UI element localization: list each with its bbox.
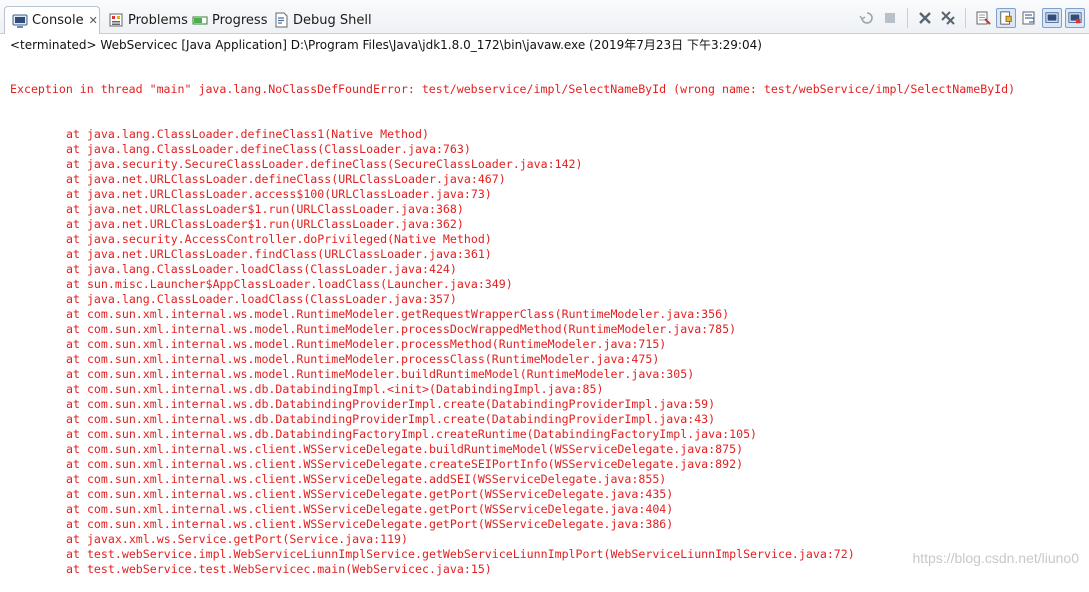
- remove-launch-button[interactable]: [915, 8, 935, 28]
- stack-frame-line[interactable]: at java.security.SecureClassLoader.defin…: [10, 157, 1089, 172]
- stack-frame-line[interactable]: at java.lang.ClassLoader.loadClass(Class…: [10, 292, 1089, 307]
- debug-shell-icon: [275, 12, 288, 28]
- stack-frame-line[interactable]: at com.sun.xml.internal.ws.model.Runtime…: [10, 322, 1089, 337]
- stack-frame-line[interactable]: at com.sun.xml.internal.ws.client.WSServ…: [10, 487, 1089, 502]
- stack-frame-line[interactable]: at com.sun.xml.internal.ws.client.WSServ…: [10, 502, 1089, 517]
- stack-frame-line[interactable]: at java.net.URLClassLoader.access$100(UR…: [10, 187, 1089, 202]
- console-output[interactable]: Exception in thread "main" java.lang.NoC…: [10, 52, 1089, 576]
- stack-frame-line[interactable]: at com.sun.xml.internal.ws.client.WSServ…: [10, 472, 1089, 487]
- tab-debug-shell-label: Debug Shell: [293, 12, 372, 28]
- watermark: https://blog.csdn.net/liuno0: [912, 550, 1079, 566]
- stack-frame-line[interactable]: at com.sun.xml.internal.ws.db.Databindin…: [10, 397, 1089, 412]
- stack-frame-line[interactable]: at java.net.URLClassLoader$1.run(URLClas…: [10, 217, 1089, 232]
- stack-trace: at java.lang.ClassLoader.defineClass1(Na…: [10, 127, 1089, 577]
- terminate-relaunch-button[interactable]: [857, 8, 877, 28]
- show-console-on-stderr-icon: [1068, 12, 1082, 24]
- show-console-on-stdout-button[interactable]: [1042, 8, 1062, 28]
- close-icon[interactable]: ✕: [89, 14, 98, 27]
- progress-icon: [192, 16, 208, 25]
- tab-console-label: Console: [32, 13, 84, 28]
- stack-frame-line[interactable]: at java.net.URLClassLoader$1.run(URLClas…: [10, 202, 1089, 217]
- toolbar-separator: [965, 8, 966, 28]
- stack-frame-line[interactable]: at com.sun.xml.internal.ws.db.Databindin…: [10, 427, 1089, 442]
- stack-frame-line[interactable]: at com.sun.xml.internal.ws.client.WSServ…: [10, 457, 1089, 472]
- stack-frame-line[interactable]: at java.lang.ClassLoader.loadClass(Class…: [10, 262, 1089, 277]
- stack-frame-line[interactable]: at com.sun.xml.internal.ws.client.WSServ…: [10, 442, 1089, 457]
- stack-frame-line[interactable]: at com.sun.xml.internal.ws.model.Runtime…: [10, 352, 1089, 367]
- console-view-tabbar: Console ✕ Problems Progress Debug Shell: [0, 0, 1089, 34]
- terminate-icon: [885, 13, 895, 23]
- stack-frame-line[interactable]: at sun.misc.Launcher$AppClassLoader.load…: [10, 277, 1089, 292]
- word-wrap-button[interactable]: [1019, 8, 1039, 28]
- word-wrap-icon: [1022, 11, 1035, 25]
- stack-frame-line[interactable]: at com.sun.xml.internal.ws.db.Databindin…: [10, 412, 1089, 427]
- stack-frame-line[interactable]: at com.sun.xml.internal.ws.client.WSServ…: [10, 517, 1089, 532]
- toolbar-separator: [907, 8, 908, 28]
- tab-problems[interactable]: Problems: [108, 6, 188, 34]
- stack-frame-line[interactable]: at java.security.AccessController.doPriv…: [10, 232, 1089, 247]
- tab-debug-shell[interactable]: Debug Shell: [273, 6, 372, 34]
- remove-all-terminated-button[interactable]: [938, 8, 958, 28]
- stack-frame-line[interactable]: at com.sun.xml.internal.ws.db.Databindin…: [10, 382, 1089, 397]
- stack-frame-line[interactable]: at com.sun.xml.internal.ws.model.Runtime…: [10, 367, 1089, 382]
- clear-console-button[interactable]: [973, 8, 993, 28]
- terminate-button[interactable]: [880, 8, 900, 28]
- problems-icon: [109, 13, 123, 27]
- scroll-lock-button[interactable]: [996, 8, 1016, 28]
- tab-progress-label: Progress: [212, 12, 268, 28]
- tab-progress[interactable]: Progress: [192, 6, 267, 34]
- exception-header: Exception in thread "main" java.lang.NoC…: [10, 82, 1016, 96]
- stack-frame-line[interactable]: at java.lang.ClassLoader.defineClass(Cla…: [10, 142, 1089, 157]
- stack-frame-line[interactable]: at java.net.URLClassLoader.findClass(URL…: [10, 247, 1089, 262]
- stack-frame-line[interactable]: at javax.xml.ws.Service.getPort(Service.…: [10, 532, 1089, 547]
- remove-all-terminated-icon: [941, 11, 955, 25]
- stack-frame-line[interactable]: at java.lang.ClassLoader.defineClass1(Na…: [10, 127, 1089, 142]
- stack-frame-line[interactable]: at com.sun.xml.internal.ws.model.Runtime…: [10, 307, 1089, 322]
- clear-console-icon: [976, 11, 991, 25]
- remove-launch-icon: [919, 12, 931, 24]
- stack-frame-line[interactable]: at java.net.URLClassLoader.defineClass(U…: [10, 172, 1089, 187]
- tab-problems-label: Problems: [128, 12, 188, 28]
- launch-status-line: <terminated> WebServicec [Java Applicati…: [10, 38, 762, 52]
- console-icon: [12, 14, 28, 28]
- terminate-relaunch-icon: [859, 12, 873, 24]
- show-console-on-stderr-button[interactable]: [1065, 8, 1085, 28]
- tab-console[interactable]: Console ✕: [4, 6, 100, 34]
- show-console-on-stdout-icon: [1045, 12, 1059, 23]
- console-toolbar: [857, 8, 1085, 28]
- stack-frame-line[interactable]: at com.sun.xml.internal.ws.model.Runtime…: [10, 337, 1089, 352]
- scroll-lock-icon: [1000, 11, 1012, 25]
